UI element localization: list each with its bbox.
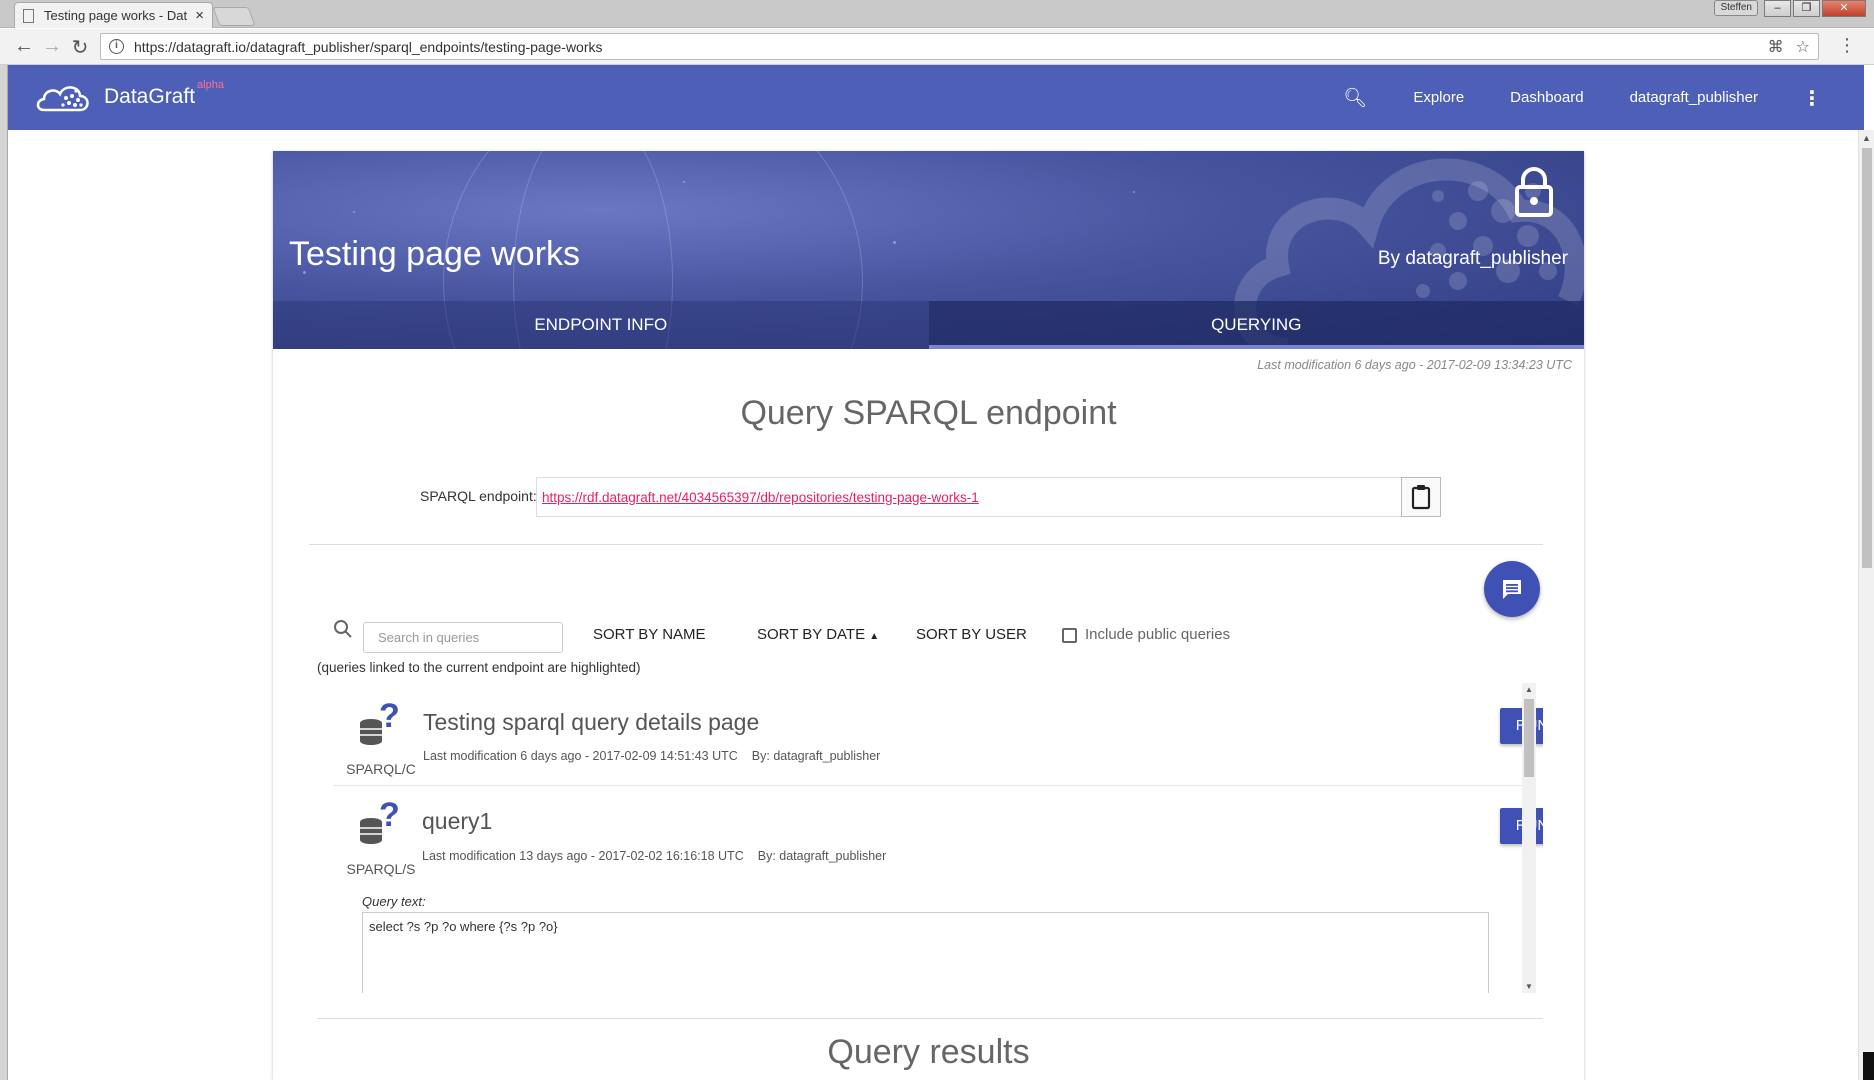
query-type: SPARQL/C xyxy=(346,761,416,777)
hero-decoration xyxy=(1133,191,1135,193)
endpoint-label: SPARQL endpoint: xyxy=(420,488,537,504)
scroll-up-icon[interactable]: ▲ xyxy=(1525,685,1533,694)
sort-by-date-label: SORT BY DATE xyxy=(757,626,866,643)
sort-by-date-button[interactable]: SORT BY DATE ▲ xyxy=(757,626,879,643)
minimize-icon[interactable]: – xyxy=(1764,0,1791,17)
browser-tabstrip: Testing page works - Dat × Steffen – ❐ ✕ xyxy=(0,0,1874,28)
list-item[interactable]: ? SPARQL/S query1 Last modification 13 d… xyxy=(333,786,1543,993)
query-modified: Last modification 13 days ago - 2017-02-… xyxy=(422,849,744,863)
app-nav: 🔍︎ Explore Dashboard datagraft_publisher xyxy=(1343,65,1814,130)
nav-user[interactable]: datagraft_publisher xyxy=(1630,89,1758,106)
list-item[interactable]: ? SPARQL/C Testing sparql query details … xyxy=(333,683,1543,785)
query-name[interactable]: query1 xyxy=(422,808,492,835)
query-name[interactable]: Testing sparql query details page xyxy=(423,709,759,736)
window-corner xyxy=(1863,1052,1874,1080)
endpoint-url-field: https://rdf.datagraft.net/4034565397/db/… xyxy=(536,477,1402,517)
lock-icon xyxy=(1515,167,1553,217)
sort-by-user-button[interactable]: SORT BY USER xyxy=(916,626,1027,643)
query-list-scrollbar[interactable]: ▲ ▼ xyxy=(1522,683,1536,993)
endpoint-url-link[interactable]: https://rdf.datagraft.net/4034565397/db/… xyxy=(542,490,979,505)
highlight-hint: (queries linked to the current endpoint … xyxy=(317,660,641,675)
include-public-checkbox[interactable] xyxy=(1062,628,1077,643)
close-window-icon[interactable]: ✕ xyxy=(1822,0,1866,17)
nav-explore[interactable]: Explore xyxy=(1413,89,1464,106)
scroll-down-icon[interactable]: ▼ xyxy=(1525,982,1533,991)
divider xyxy=(317,1018,1543,1019)
query-author: By: datagraft_publisher xyxy=(757,849,887,863)
clipboard-icon xyxy=(1411,485,1431,510)
endpoint-title: Testing page works xyxy=(289,235,581,273)
query-heading: Query SPARQL endpoint xyxy=(740,394,1117,432)
include-public-label: Include public queries xyxy=(1085,626,1231,643)
database-query-icon: ? xyxy=(360,798,400,844)
svg-text:?: ? xyxy=(379,798,400,834)
browser-toolbar: ← → ↻ i https://datagraft.io/datagraft_p… xyxy=(0,29,1874,65)
query-text-label: Query text: xyxy=(362,894,426,909)
brand-text: DataGraft xyxy=(104,85,196,108)
sort-by-name-button[interactable]: SORT BY NAME xyxy=(593,626,706,643)
new-tab-button[interactable] xyxy=(212,7,256,26)
hero-decoration xyxy=(893,241,896,244)
translate-icon[interactable]: ⌘ xyxy=(1768,37,1784,57)
search-queries-input[interactable] xyxy=(363,622,563,653)
tab-endpoint-info[interactable]: ENDPOINT INFO xyxy=(273,301,929,349)
app-header: DataGraft alpha 🔍︎ Explore Dashboard data… xyxy=(8,65,1864,130)
hero-decoration xyxy=(683,181,685,183)
copy-clipboard-button[interactable] xyxy=(1401,477,1441,517)
search-queries-icon xyxy=(334,620,352,638)
query-results-heading: Query results xyxy=(827,1033,1030,1071)
profile-badge[interactable]: Steffen xyxy=(1714,0,1758,16)
database-query-icon: ? xyxy=(360,699,400,745)
bookmark-star-icon[interactable]: ☆ xyxy=(1796,37,1810,57)
datagraft-logo-icon[interactable] xyxy=(36,80,92,114)
url-text: https://datagraft.io/datagraft_publisher… xyxy=(134,38,603,55)
endpoint-owner: By datagraft_publisher xyxy=(1377,248,1568,269)
query-list-scroll-thumb[interactable] xyxy=(1524,699,1534,777)
divider xyxy=(309,544,1543,545)
query-author: By: datagraft_publisher xyxy=(751,749,881,763)
endpoint-tabs: ENDPOINT INFO QUERYING xyxy=(273,301,1584,349)
query-meta: Last modification 6 days ago - 2017-02-0… xyxy=(423,749,880,763)
tab-querying[interactable]: QUERYING xyxy=(928,301,1584,349)
scroll-up-icon[interactable]: ▲ xyxy=(1862,133,1871,143)
comment-icon xyxy=(1503,580,1521,599)
sort-asc-icon: ▲ xyxy=(869,631,880,642)
svg-text:?: ? xyxy=(379,699,400,735)
new-query-button[interactable] xyxy=(1484,561,1540,617)
hero-decoration xyxy=(353,211,355,213)
address-bar[interactable]: i https://datagraft.io/datagraft_publish… xyxy=(100,33,1819,60)
forward-icon[interactable]: → xyxy=(40,35,64,58)
back-icon[interactable]: ← xyxy=(12,35,36,58)
browser-tab[interactable]: Testing page works - Dat × xyxy=(14,2,213,28)
browser-menu-icon[interactable]: ⋮ xyxy=(1838,35,1856,56)
restore-icon[interactable]: ❐ xyxy=(1793,0,1820,17)
page-scroll-thumb[interactable] xyxy=(1862,148,1872,568)
query-list: ? SPARQL/C Testing sparql query details … xyxy=(333,683,1543,993)
reload-icon[interactable]: ↻ xyxy=(68,35,92,60)
page-scrollbar[interactable]: ▲ ▼ xyxy=(1858,130,1874,1080)
brand-alpha-tag: alpha xyxy=(197,79,224,91)
query-meta: Last modification 13 days ago - 2017-02-… xyxy=(422,849,886,863)
window-controls: Steffen – ❐ ✕ xyxy=(1714,0,1866,17)
nav-dashboard[interactable]: Dashboard xyxy=(1510,89,1583,106)
brand-name[interactable]: DataGraft alpha xyxy=(104,79,224,109)
query-type: SPARQL/S xyxy=(346,861,416,877)
window-edge xyxy=(0,65,8,1080)
browser-tab-title: Testing page works - Dat xyxy=(44,8,188,23)
search-icon[interactable]: 🔍︎ xyxy=(1343,86,1367,110)
endpoint-card: Testing page works By datagraft_publishe… xyxy=(273,151,1584,1080)
page-icon xyxy=(23,8,34,23)
endpoint-hero: Testing page works By datagraft_publishe… xyxy=(273,151,1584,349)
site-info-icon[interactable]: i xyxy=(109,39,124,54)
query-modified: Last modification 6 days ago - 2017-02-0… xyxy=(423,749,738,763)
more-vert-icon[interactable]: ⋮ xyxy=(1802,86,1822,111)
query-text-area[interactable]: select ?s ?p ?o where {?s ?p ?o} xyxy=(362,912,1489,993)
endpoint-last-modification: Last modification 6 days ago - 2017-02-0… xyxy=(1257,358,1572,372)
close-tab-icon[interactable]: × xyxy=(195,7,204,24)
